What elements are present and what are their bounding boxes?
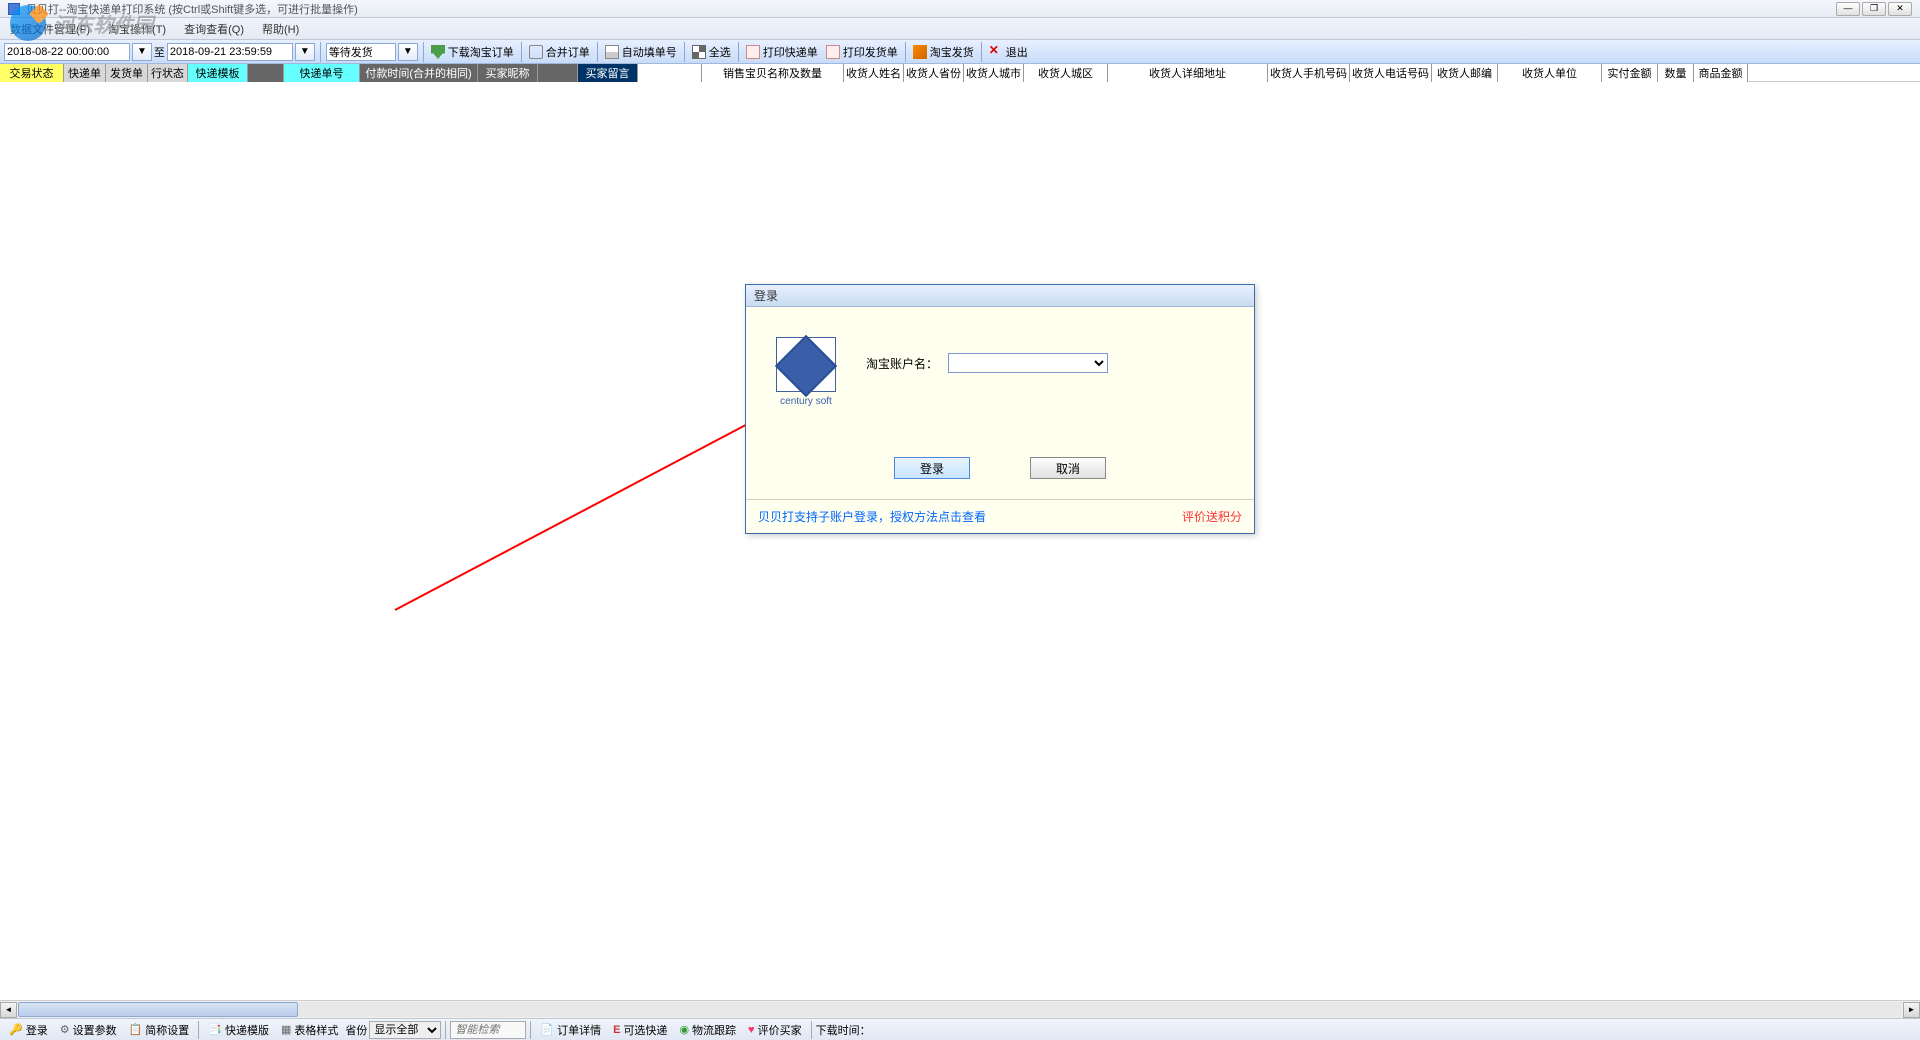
column-header[interactable]: 销售宝贝名称及数量 — [702, 64, 844, 82]
window-title: 贝贝打--淘宝快递单打印系统 (按Ctrl或Shift键多选，可进行批量操作) — [26, 1, 358, 17]
status-filter-dropdown[interactable]: ▼ — [398, 43, 418, 61]
gear-icon: ⚙ — [60, 1023, 70, 1036]
autofill-icon — [605, 45, 619, 59]
exit-button[interactable]: 退出 — [985, 42, 1032, 62]
scroll-thumb[interactable] — [18, 1002, 298, 1017]
express-icon: E — [613, 1024, 620, 1036]
scroll-left-button[interactable]: ◄ — [0, 1002, 17, 1018]
tracking-icon: ◉ — [679, 1023, 689, 1036]
merge-orders-button[interactable]: 合并订单 — [525, 42, 594, 62]
column-header[interactable]: 收货人详细地址 — [1108, 64, 1268, 82]
column-header[interactable]: 收货人城区 — [1024, 64, 1108, 82]
table-column-headers: 交易状态快递单发货单行状态快递模板 快递单号付款时间(合并的相同)买家昵称 买家留言… — [0, 64, 1920, 82]
province-label: 省份 — [345, 1022, 367, 1038]
column-header[interactable]: 行状态 — [148, 64, 188, 82]
sb-template-button[interactable]: 📑快递模版 — [203, 1020, 274, 1040]
column-header[interactable]: 快递单 — [64, 64, 106, 82]
column-header[interactable]: 收货人单位 — [1498, 64, 1602, 82]
column-header[interactable] — [638, 64, 702, 82]
column-header[interactable] — [248, 64, 284, 82]
selectall-icon — [692, 45, 706, 59]
status-bar: 🔑登录 ⚙设置参数 📋简称设置 📑快递模版 ▦表格样式 省份 显示全部 📄订单详… — [0, 1018, 1920, 1040]
column-header[interactable]: 收货人省份 — [904, 64, 964, 82]
column-header[interactable]: 收货人电话号码 — [1350, 64, 1432, 82]
print-express-icon — [746, 45, 760, 59]
dialog-logo: century soft — [776, 337, 836, 407]
province-select[interactable]: 显示全部 — [369, 1021, 441, 1039]
column-header[interactable]: 付款时间(合并的相同) — [360, 64, 478, 82]
date-to-picker[interactable]: ▼ — [295, 43, 315, 61]
menu-file[interactable]: 数据文件管理(F) — [10, 21, 90, 37]
menu-query[interactable]: 查询查看(Q) — [184, 21, 244, 37]
window-controls: — ❐ ✕ — [1836, 2, 1912, 16]
column-header[interactable]: 快递模板 — [188, 64, 248, 82]
app-icon — [8, 3, 20, 15]
exit-icon — [989, 45, 1003, 59]
status-filter-select[interactable] — [326, 43, 396, 61]
column-header[interactable]: 收货人手机号码 — [1268, 64, 1350, 82]
login-button[interactable]: 登录 — [894, 457, 970, 479]
sb-expresschoice-button[interactable]: E可选快递 — [608, 1020, 672, 1040]
date-from-picker[interactable]: ▼ — [132, 43, 152, 61]
table-icon: ▦ — [281, 1023, 291, 1036]
ship-icon — [913, 45, 927, 59]
review-points-link[interactable]: 评价送积分 — [1182, 508, 1242, 525]
column-header[interactable]: 数量 — [1658, 64, 1694, 82]
sb-orderdetail-button[interactable]: 📄订单详情 — [535, 1020, 606, 1040]
download-orders-button[interactable]: 下载淘宝订单 — [427, 42, 518, 62]
column-header[interactable]: 商品金额 — [1694, 64, 1748, 82]
title-bar: 贝贝打--淘宝快递单打印系统 (按Ctrl或Shift键多选，可进行批量操作) … — [0, 0, 1920, 18]
autofill-button[interactable]: 自动填单号 — [601, 42, 681, 62]
sb-login-button[interactable]: 🔑登录 — [4, 1020, 53, 1040]
sb-settings-button[interactable]: ⚙设置参数 — [55, 1020, 122, 1040]
sb-tablestyle-button[interactable]: ▦表格样式 — [276, 1020, 343, 1040]
main-table-area — [0, 82, 1920, 1000]
column-header[interactable]: 买家留言 — [578, 64, 638, 82]
account-label: 淘宝账户名： — [866, 355, 938, 372]
cancel-button[interactable]: 取消 — [1030, 457, 1106, 479]
select-all-button[interactable]: 全选 — [688, 42, 735, 62]
column-header[interactable]: 收货人邮编 — [1432, 64, 1498, 82]
template-icon: 📑 — [208, 1023, 222, 1036]
print-delivery-icon — [826, 45, 840, 59]
horizontal-scrollbar[interactable]: ◄ ► — [0, 1000, 1920, 1018]
nickname-icon: 📋 — [129, 1023, 143, 1036]
download-time-label: 下载时间： — [816, 1022, 871, 1038]
dialog-title: 登录 — [746, 285, 1254, 307]
minimize-button[interactable]: — — [1836, 2, 1860, 16]
login-dialog: 登录 century soft 淘宝账户名： 登录 取消 贝贝打支持子账户登录，… — [745, 284, 1255, 534]
merge-icon — [529, 45, 543, 59]
detail-icon: 📄 — [540, 1023, 554, 1036]
menu-bar: 数据文件管理(F) 淘宝操作(T) 查询查看(Q) 帮助(H) — [0, 18, 1920, 40]
restore-button[interactable]: ❐ — [1862, 2, 1886, 16]
close-button[interactable]: ✕ — [1888, 2, 1912, 16]
toolbar: ▼ 至 ▼ ▼ 下载淘宝订单 合并订单 自动填单号 全选 打印快递单 打印发货单… — [0, 40, 1920, 64]
column-header[interactable]: 实付金额 — [1602, 64, 1658, 82]
sb-tracking-button[interactable]: ◉物流跟踪 — [674, 1020, 741, 1040]
account-select[interactable] — [948, 353, 1108, 373]
column-header[interactable]: 快递单号 — [284, 64, 360, 82]
print-express-button[interactable]: 打印快递单 — [742, 42, 822, 62]
column-header[interactable]: 交易状态 — [0, 64, 64, 82]
date-from-input[interactable] — [4, 43, 130, 61]
sb-ratebuyer-button[interactable]: ♥评价买家 — [743, 1020, 807, 1040]
column-header[interactable]: 发货单 — [106, 64, 148, 82]
subaccount-help-link[interactable]: 贝贝打支持子账户登录，授权方法点击查看 — [758, 508, 986, 525]
column-header[interactable]: 收货人姓名 — [844, 64, 904, 82]
scroll-right-button[interactable]: ► — [1903, 1002, 1920, 1018]
date-to-input[interactable] — [167, 43, 293, 61]
menu-taobao[interactable]: 淘宝操作(T) — [108, 21, 166, 37]
key-icon: 🔑 — [9, 1023, 23, 1036]
smart-search-input[interactable] — [450, 1021, 526, 1039]
date-to-label: 至 — [154, 44, 165, 60]
column-header[interactable]: 收货人城市 — [964, 64, 1024, 82]
heart-icon: ♥ — [748, 1024, 755, 1036]
column-header[interactable]: 买家昵称 — [478, 64, 538, 82]
menu-help[interactable]: 帮助(H) — [262, 21, 299, 37]
download-icon — [431, 45, 445, 59]
sb-nickname-button[interactable]: 📋简称设置 — [124, 1020, 195, 1040]
column-header[interactable] — [538, 64, 578, 82]
print-delivery-button[interactable]: 打印发货单 — [822, 42, 902, 62]
ship-button[interactable]: 淘宝发货 — [909, 42, 978, 62]
